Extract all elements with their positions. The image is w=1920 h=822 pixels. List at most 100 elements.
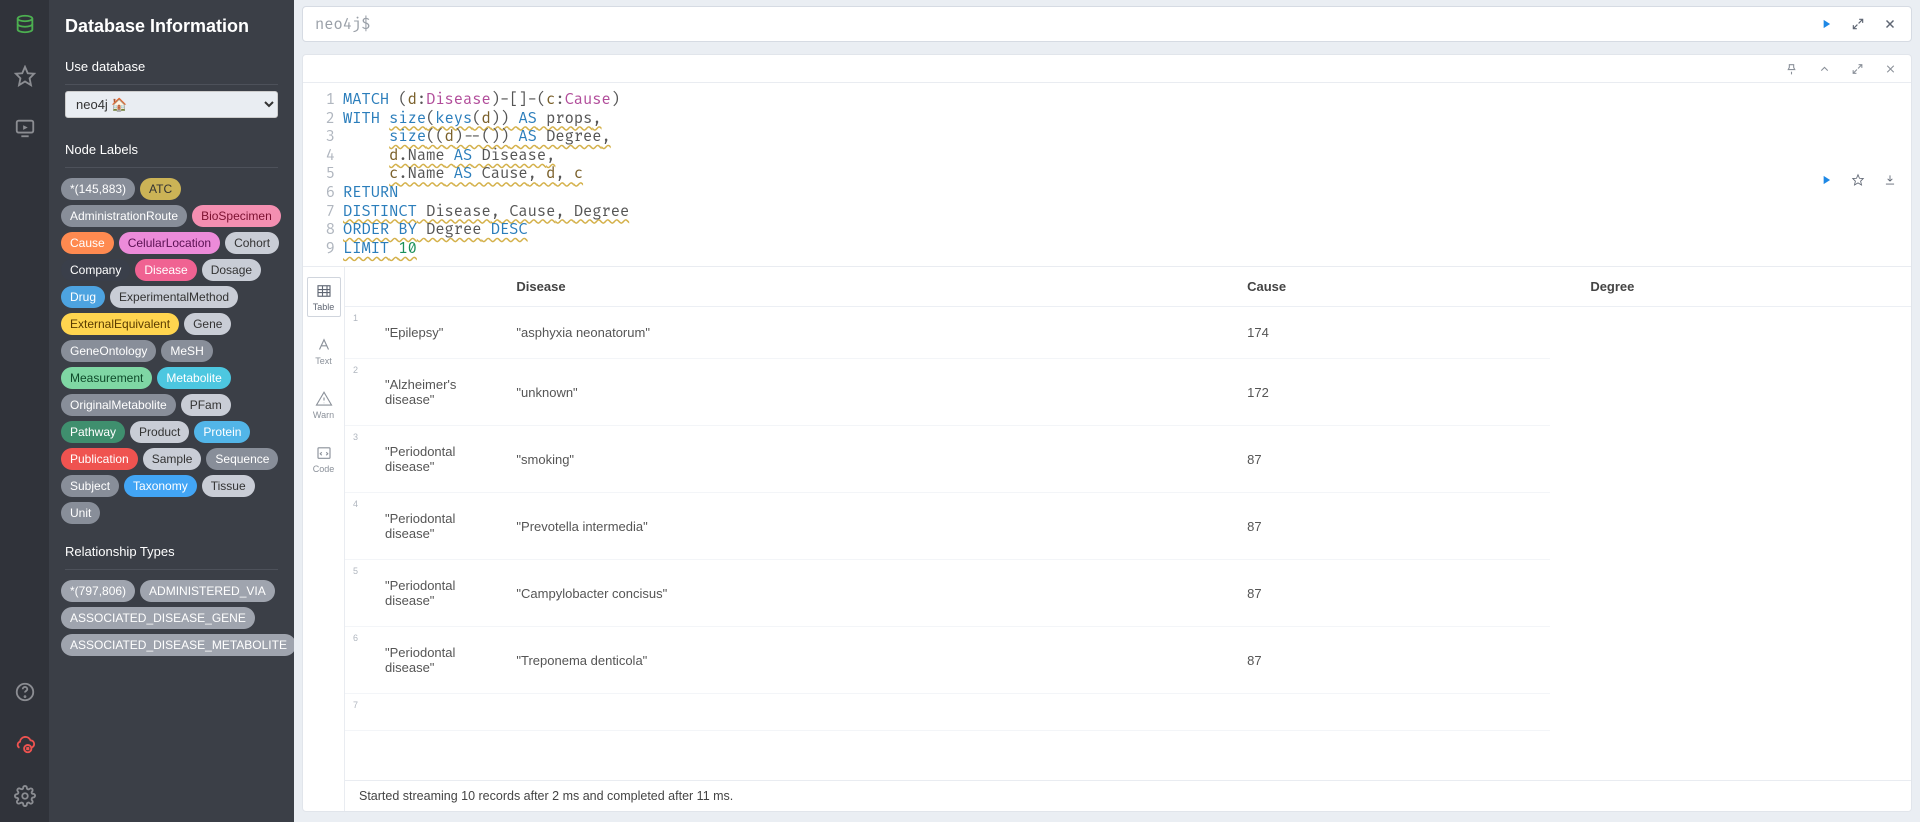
close-icon[interactable] bbox=[1883, 17, 1897, 31]
node-label-pill[interactable]: Drug bbox=[61, 286, 105, 308]
star-icon[interactable] bbox=[13, 64, 37, 88]
node-label-pill[interactable]: Disease bbox=[135, 259, 196, 281]
rel-type-pill[interactable]: ASSOCIATED_DISEASE_GENE bbox=[61, 607, 255, 629]
node-label-pill[interactable]: Company bbox=[61, 259, 130, 281]
node-label-pill[interactable]: BioSpecimen bbox=[192, 205, 281, 227]
table-row[interactable]: "Epilepsy""asphyxia neonatorum"174 bbox=[345, 307, 1911, 359]
table-header: Disease bbox=[476, 267, 1207, 307]
node-label-pill[interactable]: Sequence bbox=[206, 448, 278, 470]
results-area: Table Text Warn Code Diseas bbox=[303, 267, 1911, 811]
view-tab-text[interactable]: Text bbox=[307, 331, 341, 371]
node-label-pill[interactable]: Protein bbox=[194, 421, 250, 443]
table-row[interactable]: "Periodontal disease""Prevotella interme… bbox=[345, 493, 1911, 560]
table-cell: 172 bbox=[1207, 359, 1550, 426]
node-label-pill[interactable]: OriginalMetabolite bbox=[61, 394, 176, 416]
rel-type-pill[interactable]: ADMINISTERED_VIA bbox=[140, 580, 275, 602]
node-label-pill[interactable]: MeSH bbox=[161, 340, 212, 362]
line-gutter: 123456789 bbox=[303, 83, 343, 266]
expand-icon[interactable] bbox=[1851, 17, 1865, 31]
database-select[interactable]: neo4j 🏠 bbox=[65, 91, 278, 118]
node-label-pill[interactable]: Measurement bbox=[61, 367, 152, 389]
table-row[interactable]: "Periodontal disease""Treponema denticol… bbox=[345, 627, 1911, 694]
node-label-pill[interactable]: Subject bbox=[61, 475, 119, 497]
query-editor[interactable]: 123456789 MATCH (d:Disease)-[]-(c:Cause)… bbox=[303, 83, 1911, 267]
node-label-pill[interactable]: CelularLocation bbox=[119, 232, 220, 254]
table-cell: "smoking" bbox=[476, 426, 1207, 493]
table-row[interactable]: "Periodontal disease""smoking"87 bbox=[345, 426, 1911, 493]
download-icon[interactable] bbox=[1883, 93, 1897, 266]
node-labels-list: *(145,883)ATC AdministrationRouteBioSpeci… bbox=[49, 172, 294, 530]
collapse-up-icon[interactable] bbox=[1818, 62, 1831, 75]
view-tabs: Table Text Warn Code bbox=[303, 267, 345, 811]
expand-frame-icon[interactable] bbox=[1851, 62, 1864, 75]
database-select-wrap: neo4j 🏠 bbox=[65, 91, 278, 118]
table-cell: "Epilepsy" bbox=[345, 307, 476, 359]
table-row[interactable] bbox=[345, 694, 1911, 731]
main: neo4j$ 123456789 MATCH (d:Disease)-[]-(c… bbox=[294, 0, 1920, 822]
node-label-pill[interactable]: GeneOntology bbox=[61, 340, 156, 362]
node-label-pill[interactable]: PFam bbox=[181, 394, 231, 416]
node-label-pill[interactable]: Product bbox=[130, 421, 189, 443]
node-label-pill[interactable]: Pathway bbox=[61, 421, 125, 443]
sidebar-title: Database Information bbox=[49, 0, 294, 45]
table-header: Degree bbox=[1550, 267, 1911, 307]
node-label-pill[interactable]: Cause bbox=[61, 232, 114, 254]
table-cell: "Campylobacter concisus" bbox=[476, 560, 1207, 627]
node-label-pill[interactable]: Publication bbox=[61, 448, 138, 470]
table-cell: "Prevotella intermedia" bbox=[476, 493, 1207, 560]
result-frame: 123456789 MATCH (d:Disease)-[]-(c:Cause)… bbox=[302, 54, 1912, 812]
table-cell: "Periodontal disease" bbox=[345, 560, 476, 627]
table-header: Cause bbox=[1207, 267, 1550, 307]
frame-header bbox=[303, 55, 1911, 83]
node-label-pill[interactable]: Taxonomy bbox=[124, 475, 197, 497]
node-label-pill[interactable]: ExternalEquivalent bbox=[61, 313, 179, 335]
node-label-pill[interactable]: Tissue bbox=[202, 475, 255, 497]
run-cell-icon[interactable] bbox=[1819, 93, 1833, 266]
node-label-pill[interactable]: ExperimentalMethod bbox=[110, 286, 238, 308]
left-rail bbox=[0, 0, 49, 822]
rel-type-pill[interactable]: ASSOCIATED_DISEASE_METABOLITE bbox=[61, 634, 294, 656]
table-cell: 87 bbox=[1207, 493, 1550, 560]
node-label-pill[interactable]: Sample bbox=[143, 448, 202, 470]
code-area[interactable]: MATCH (d:Disease)-[]-(c:Cause)WITH size(… bbox=[343, 83, 1821, 266]
table-cell: "Periodontal disease" bbox=[345, 627, 476, 694]
table-cell: "Treponema denticola" bbox=[476, 627, 1207, 694]
help-icon[interactable] bbox=[13, 680, 37, 704]
table-cell: "Periodontal disease" bbox=[345, 493, 476, 560]
table-cell: "asphyxia neonatorum" bbox=[476, 307, 1207, 359]
prompt-text[interactable]: neo4j$ bbox=[303, 15, 1819, 34]
view-tab-table[interactable]: Table bbox=[307, 277, 341, 317]
node-label-pill[interactable]: Unit bbox=[61, 502, 100, 524]
table-cell: 174 bbox=[1207, 307, 1550, 359]
status-line: Started streaming 10 records after 2 ms … bbox=[345, 780, 1911, 811]
close-frame-icon[interactable] bbox=[1884, 62, 1897, 75]
sidebar: Database Information Use database neo4j … bbox=[49, 0, 294, 822]
view-tab-warn[interactable]: Warn bbox=[307, 385, 341, 425]
table-row[interactable]: "Alzheimer's disease""unknown"172 bbox=[345, 359, 1911, 426]
table-row[interactable]: "Periodontal disease""Campylobacter conc… bbox=[345, 560, 1911, 627]
db-logo-icon[interactable] bbox=[13, 12, 37, 36]
node-label-pill[interactable]: ATC bbox=[140, 178, 181, 200]
run-query-icon[interactable] bbox=[1819, 17, 1833, 31]
node-label-pill[interactable]: Cohort bbox=[225, 232, 279, 254]
table-cell: "Alzheimer's disease" bbox=[345, 359, 476, 426]
cloud-error-icon[interactable] bbox=[13, 732, 37, 756]
star-result-icon[interactable] bbox=[1851, 93, 1865, 266]
monitor-play-icon[interactable] bbox=[13, 116, 37, 140]
table-cell: 87 bbox=[1207, 426, 1550, 493]
node-label-pill[interactable]: Dosage bbox=[202, 259, 261, 281]
node-label-pill[interactable]: *(145,883) bbox=[61, 178, 135, 200]
rel-type-pill[interactable]: *(797,806) bbox=[61, 580, 135, 602]
command-prompt[interactable]: neo4j$ bbox=[302, 6, 1912, 42]
pin-icon[interactable] bbox=[1785, 62, 1798, 75]
node-label-pill[interactable]: Gene bbox=[184, 313, 231, 335]
table-cell: 87 bbox=[1207, 627, 1550, 694]
results-table-wrap: DiseaseCauseDegree "Epilepsy""asphyxia n… bbox=[345, 267, 1911, 811]
node-labels-heading: Node Labels bbox=[49, 128, 294, 163]
table-cell: "Periodontal disease" bbox=[345, 426, 476, 493]
view-tab-code[interactable]: Code bbox=[307, 439, 341, 479]
node-label-pill[interactable]: Metabolite bbox=[157, 367, 230, 389]
results-table: DiseaseCauseDegree "Epilepsy""asphyxia n… bbox=[345, 267, 1911, 731]
node-label-pill[interactable]: AdministrationRoute bbox=[61, 205, 187, 227]
settings-gear-icon[interactable] bbox=[13, 784, 37, 808]
